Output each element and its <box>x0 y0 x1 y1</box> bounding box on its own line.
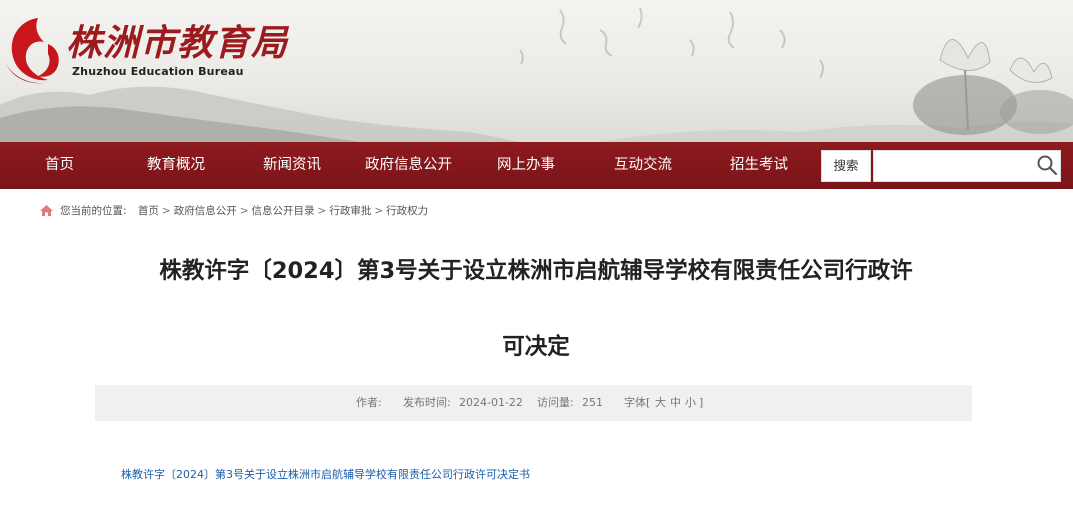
breadcrumb-separator: > <box>374 205 384 217</box>
breadcrumb-item-admin-approval[interactable]: 行政审批 <box>329 205 371 217</box>
nav-item-admissions[interactable]: 招生考试 <box>730 142 788 189</box>
site-logo-chinese: 株洲市教育局 <box>66 22 289 64</box>
site-logo-english: Zhuzhou Education Bureau <box>72 65 244 78</box>
nav-item-gov-info-disclosure[interactable]: 政府信息公开 <box>365 142 452 189</box>
article-meta-bar: 作者: 发布时间: 2024-01-22 访问量: 251 字体[ 大 中 小 … <box>95 385 972 421</box>
views-label: 访问量: <box>537 396 574 409</box>
author-label: 作者: <box>356 396 382 409</box>
font-size-close-bracket: ] <box>699 396 704 409</box>
font-size-label: 字体[ <box>624 396 651 409</box>
header-banner: 株洲市教育局 Zhuzhou Education Bureau <box>0 0 1073 142</box>
article-title-line-1: 株教许字〔2024〕第3号关于设立株洲市启航辅导学校有限责任公司行政许 <box>159 258 913 284</box>
breadcrumb-prefix: 您当前的位置: <box>60 205 127 217</box>
breadcrumb-item-info-catalog[interactable]: 信息公开目录 <box>252 205 315 217</box>
nav-item-interaction[interactable]: 互动交流 <box>614 142 672 189</box>
zhuzhou-swirl-logo-icon <box>6 18 59 84</box>
nav-item-news[interactable]: 新闻资讯 <box>263 142 321 189</box>
breadcrumb: 您当前的位置: 首页 > 政府信息公开 > 信息公开目录 > 行政审批 > 行政权力 <box>39 203 428 219</box>
breadcrumb-separator: > <box>239 205 249 217</box>
nav-item-online-services[interactable]: 网上办事 <box>497 142 555 189</box>
breadcrumb-separator: > <box>317 205 327 217</box>
publish-label: 发布时间: <box>403 396 451 409</box>
search-input[interactable] <box>873 150 1061 182</box>
breadcrumb-separator: > <box>161 205 171 217</box>
search-button[interactable]: 搜索 <box>821 150 871 182</box>
nav-item-education-overview[interactable]: 教育概况 <box>147 142 205 189</box>
nav-item-home[interactable]: 首页 <box>45 142 74 189</box>
article-title-line-2: 可决定 <box>502 334 570 360</box>
font-size-medium-button[interactable]: 中 <box>670 385 681 421</box>
publish-date: 2024-01-22 <box>459 396 523 409</box>
views-count: 251 <box>582 396 603 409</box>
font-size-small-button[interactable]: 小 <box>685 385 696 421</box>
home-icon <box>40 205 53 216</box>
breadcrumb-item-admin-power[interactable]: 行政权力 <box>386 205 428 217</box>
breadcrumb-item-home[interactable]: 首页 <box>138 205 159 217</box>
magnifier-icon[interactable] <box>1036 154 1058 176</box>
attachment-link[interactable]: 株教许字〔2024〕第3号关于设立株洲市启航辅导学校有限责任公司行政许可决定书 <box>121 466 530 482</box>
breadcrumb-item-gov-info[interactable]: 政府信息公开 <box>174 205 237 217</box>
font-size-large-button[interactable]: 大 <box>655 385 666 421</box>
